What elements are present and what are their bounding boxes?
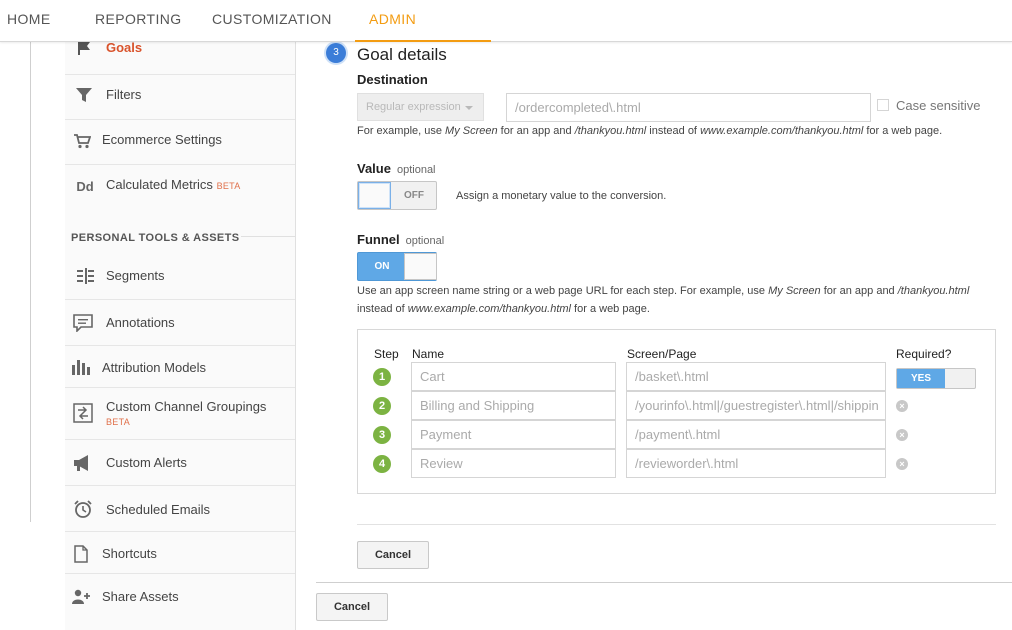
sidebar-item-label: Scheduled Emails [106,502,211,517]
segments-icon [75,266,95,286]
sidebar-item-custom-channel-groupings[interactable]: Custom Channel Groupings BETA [65,388,295,440]
active-tab-indicator [355,40,491,42]
section-divider [357,524,996,525]
sidebar-item-label: Custom Channel Groupings [106,399,267,414]
case-sensitive-label: Case sensitive [896,98,981,113]
destination-label: Destination [357,72,428,87]
admin-sidebar: Goals Filters Ecommerce Settings Dd Calc… [65,30,296,630]
funnel-label: Funnel optional [357,232,445,247]
column-header-name: Name [412,347,445,361]
sidebar-item-attribution-models[interactable]: Attribution Models [65,346,295,388]
match-type-select[interactable]: Regular expression [357,93,484,121]
step-screen-input[interactable]: /basket\.html [626,362,886,391]
column-header-screen: Screen/Page [627,347,697,361]
left-divider [30,42,31,522]
column-header-required: Required? [896,347,952,361]
step-screen-input[interactable]: /payment\.html [626,420,886,449]
toggle-knob [404,253,437,280]
value-hint: Assign a monetary value to the conversio… [456,190,667,202]
case-sensitive-checkbox[interactable] [877,99,889,111]
remove-step-icon[interactable]: × [896,429,908,441]
step-screen-input[interactable]: /revieworder\.html [626,449,886,478]
step-screen-input[interactable]: /yourinfo\.html|/guestregister\.html|/sh… [626,391,886,420]
beta-badge: BETA [216,181,241,191]
step-number-badge: 3 [326,43,346,63]
outer-cancel-button[interactable]: Cancel [316,593,388,621]
goal-details-panel: 3 Goal details Destination Regular expre… [316,42,1012,626]
step-name-input[interactable]: Payment [411,420,616,449]
destination-input[interactable]: /ordercompleted\.html [506,93,871,122]
toggle-state: YES [897,369,945,388]
sidebar-item-label: Custom Alerts [106,455,187,470]
cart-icon [72,131,92,151]
filter-icon [74,85,94,105]
required-toggle[interactable]: YES [896,368,976,389]
sidebar-item-annotations[interactable]: Annotations [65,300,295,346]
step-name-input[interactable]: Review [411,449,616,478]
add-user-icon [71,587,91,607]
column-header-step: Step [374,347,399,361]
cancel-button[interactable]: Cancel [357,541,429,569]
sidebar-item-label: Goals [106,40,143,55]
sidebar-item-custom-alerts[interactable]: Custom Alerts [65,440,295,486]
step-number-badge: 4 [373,455,391,473]
dd-icon: Dd [76,178,94,194]
sidebar-item-label: Share Assets [102,589,179,604]
tab-reporting[interactable]: REPORTING [95,0,182,42]
step-number-badge: 1 [373,368,391,386]
form-divider [316,582,1012,583]
top-navigation: HOME REPORTING CUSTOMIZATION ADMIN [0,0,1012,42]
toggle-knob [358,182,391,209]
match-type-value: Regular expression [366,101,461,113]
funnel-hint-line1: Use an app screen name string or a web p… [357,285,970,297]
sidebar-item-scheduled-emails[interactable]: Scheduled Emails [65,486,295,532]
value-toggle[interactable]: OFF [357,181,437,210]
beta-badge: BETA [106,417,131,427]
sidebar-item-label: Annotations [106,315,175,330]
sidebar-item-ecommerce[interactable]: Ecommerce Settings [65,120,295,165]
sidebar-item-label: Shortcuts [102,546,157,561]
step-name-input[interactable]: Billing and Shipping [411,391,616,420]
sidebar-item-label: Calculated Metrics [106,177,213,192]
section-heading: PERSONAL TOOLS & ASSETS [71,232,240,244]
megaphone-icon [73,453,93,473]
funnel-toggle[interactable]: ON [357,252,437,281]
bar-chart-icon [71,357,91,377]
funnel-steps-table: Step Name Screen/Page Required? 1 Cart /… [357,329,996,494]
section-title: Goal details [357,45,447,64]
sidebar-item-label: Ecommerce Settings [102,132,222,147]
remove-step-icon[interactable]: × [896,400,908,412]
sidebar-item-calculated-metrics[interactable]: Dd Calculated Metrics BETA [65,165,295,209]
document-icon [71,544,91,564]
remove-step-icon[interactable]: × [896,458,908,470]
sidebar-item-label: Filters [106,87,142,102]
step-name-input[interactable]: Cart [411,362,616,391]
tab-admin[interactable]: ADMIN [369,0,416,42]
channel-grouping-icon [73,403,93,423]
heading-divider [241,236,295,237]
value-label: Value optional [357,161,436,176]
chevron-down-icon [465,106,473,110]
sidebar-item-shortcuts[interactable]: Shortcuts [65,532,295,574]
alarm-clock-icon [73,499,93,519]
funnel-hint-line2: instead of www.example.com/thankyou.html… [357,303,650,315]
annotation-icon [73,313,93,333]
toggle-state: OFF [404,190,424,201]
sidebar-item-label: Segments [106,268,165,283]
step-number-badge: 3 [373,426,391,444]
step-number-badge: 2 [373,397,391,415]
sidebar-item-share-assets[interactable]: Share Assets [65,574,295,620]
tab-customization[interactable]: CUSTOMIZATION [212,0,332,42]
sidebar-item-filters[interactable]: Filters [65,75,295,120]
sidebar-item-label: Attribution Models [102,360,207,375]
tab-home[interactable]: HOME [7,0,51,42]
sidebar-item-segments[interactable]: Segments [65,255,295,300]
optional-tag: optional [405,235,445,247]
destination-hint: For example, use My Screen for an app an… [357,125,943,137]
toggle-state: ON [374,261,390,272]
optional-tag: optional [396,164,436,176]
